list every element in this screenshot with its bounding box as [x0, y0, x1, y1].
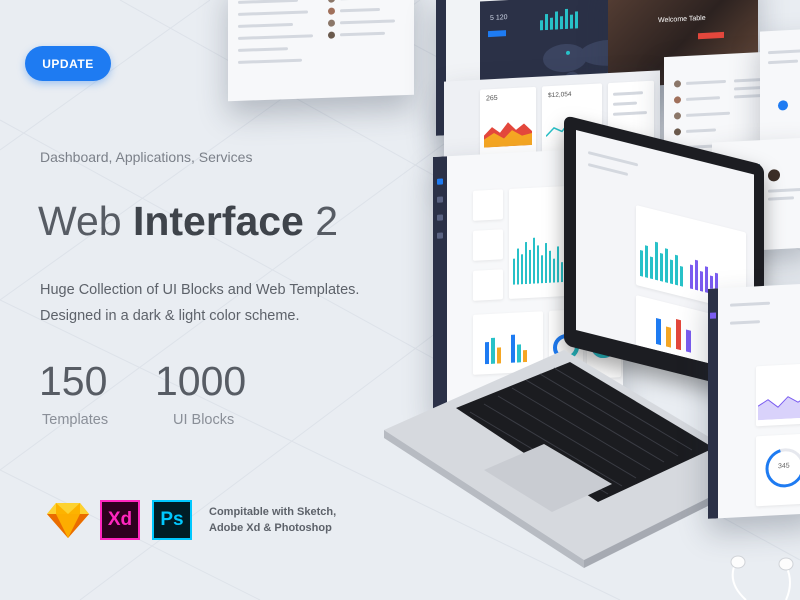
price-label: $12,054 — [548, 90, 572, 100]
mockup-right-bottom-panel: 345 — [708, 283, 800, 519]
description-line-2: Designed in a dark & light color scheme. — [40, 308, 300, 324]
adobe-xd-icon: Xd — [100, 500, 140, 540]
stat-blocks-label: UI Blocks — [173, 412, 235, 428]
title-light: Web — [38, 198, 133, 244]
compatibility-line-1: Compitable with Sketch, — [209, 506, 337, 518]
title-number: 2 — [303, 198, 339, 244]
compatibility-text: Compitable with Sketch, Adobe Xd & Photo… — [209, 504, 336, 536]
mini-stat-265: 265 — [486, 94, 498, 103]
area-chart-purple — [758, 393, 800, 421]
mockup-panel-topleft — [228, 0, 414, 102]
compatibility-line-2: Adobe Xd & Photoshop — [209, 522, 332, 534]
hero-title: Web Interface 2 — [38, 198, 338, 245]
earphones-icon — [730, 555, 794, 600]
update-button[interactable]: UPDATE — [25, 46, 111, 81]
title-bold: Interface — [132, 198, 304, 244]
sketch-diamond-icon — [47, 503, 89, 538]
stat-templates-label: Templates — [42, 412, 109, 428]
description-line-1: Huge Collection of UI Blocks and Web Tem… — [40, 282, 360, 298]
dark-stat-1: 5 120 — [490, 14, 508, 22]
hero-description: Huge Collection of UI Blocks and Web Tem… — [40, 277, 359, 329]
photoshop-icon: Ps — [152, 500, 192, 540]
ring-value: 345 — [778, 462, 790, 471]
xd-label: Xd — [107, 509, 133, 530]
stat-templates-value: 150 — [39, 358, 108, 404]
stat-blocks-value: 1000 — [155, 358, 247, 404]
ps-label: Ps — [160, 509, 184, 530]
hero-subtitle: Dashboard, Applications, Services — [40, 149, 253, 165]
